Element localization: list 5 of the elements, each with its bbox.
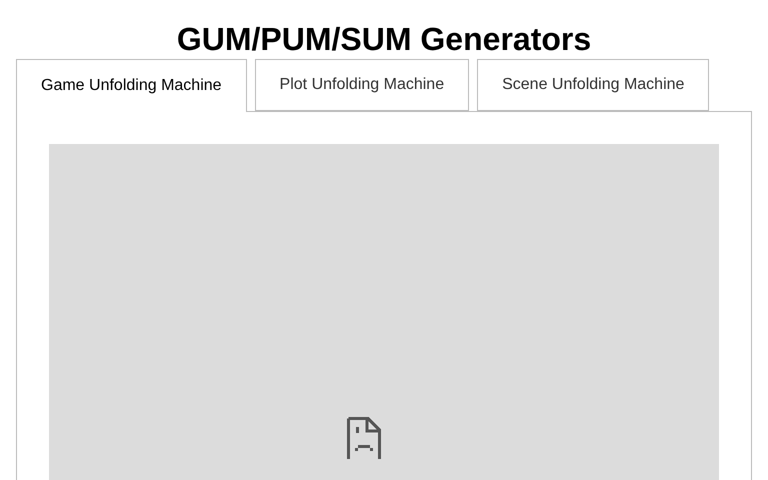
broken-page-icon [347,417,381,459]
tab[interactable]: Scene Unfolding Machine [477,59,710,111]
tab[interactable]: Plot Unfolding Machine [254,59,470,111]
tab[interactable]: Game Unfolding Machine [16,59,247,112]
page-title: GUM/PUM/SUM Generators [176,20,592,59]
